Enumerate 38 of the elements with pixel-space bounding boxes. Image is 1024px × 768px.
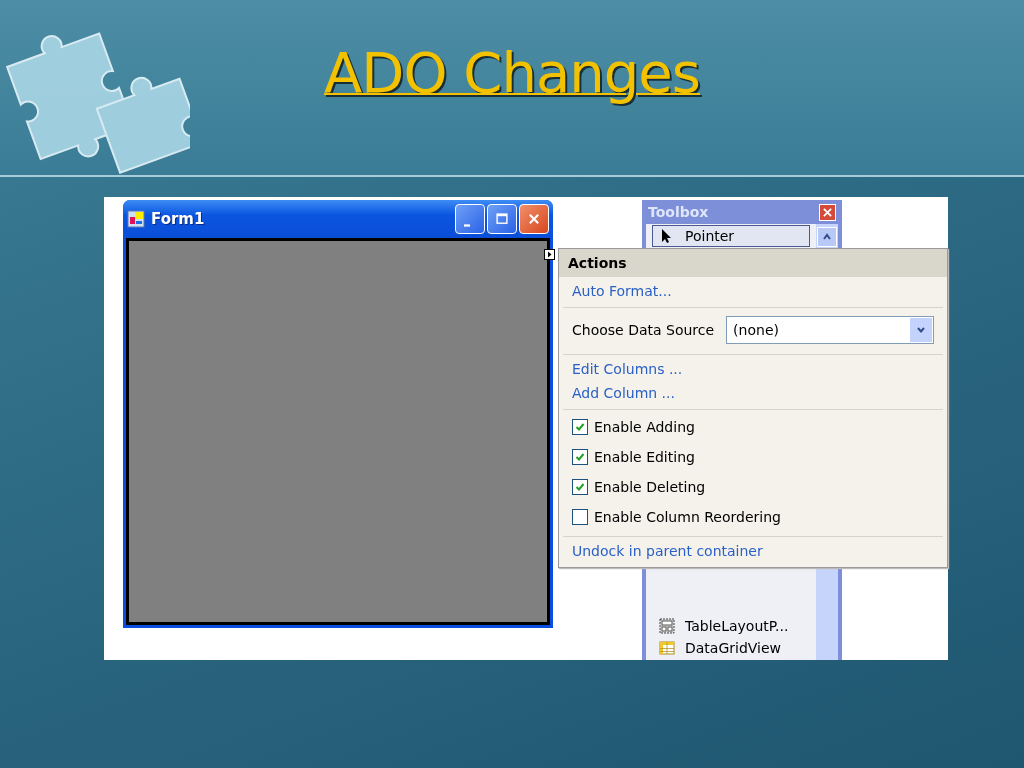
checkbox[interactable] bbox=[572, 449, 588, 465]
form-icon bbox=[127, 210, 145, 228]
table-layout-icon bbox=[659, 618, 675, 634]
checkbox[interactable] bbox=[572, 419, 588, 435]
toolbox-title: Toolbox bbox=[648, 204, 709, 220]
slide-title: ADO Changes bbox=[324, 40, 700, 105]
toolbox-item[interactable]: TableLayoutP... bbox=[652, 615, 810, 637]
action-link[interactable]: Edit Columns ... bbox=[572, 359, 683, 379]
actions-header: Actions bbox=[559, 249, 947, 277]
checkbox-label: Enable Editing bbox=[594, 449, 695, 465]
checkbox-label: Enable Column Reordering bbox=[594, 509, 781, 525]
chevron-down-icon bbox=[916, 325, 926, 335]
close-icon bbox=[527, 212, 541, 226]
close-icon bbox=[823, 207, 832, 217]
scroll-up-button[interactable] bbox=[817, 227, 837, 247]
action-link[interactable]: Add Column ... bbox=[572, 383, 675, 403]
action-link[interactable]: Auto Format... bbox=[572, 281, 672, 301]
maximize-button[interactable] bbox=[487, 204, 517, 234]
check-icon bbox=[575, 422, 585, 432]
toolbox-item[interactable]: DataGridView bbox=[652, 637, 810, 659]
check-icon bbox=[575, 452, 585, 462]
field-label: Choose Data Source bbox=[572, 322, 715, 338]
checkbox[interactable] bbox=[572, 479, 588, 495]
close-button[interactable] bbox=[519, 204, 549, 234]
action-link[interactable]: Undock in parent container bbox=[572, 541, 763, 561]
toolbox-item[interactable]: Pointer bbox=[652, 225, 810, 247]
maximize-icon bbox=[495, 212, 509, 226]
data-source-dropdown[interactable]: (none) bbox=[726, 316, 934, 344]
check-icon bbox=[575, 482, 585, 492]
close-button[interactable] bbox=[819, 203, 836, 221]
window-title: Form1 bbox=[151, 210, 205, 228]
grid-icon bbox=[659, 640, 675, 656]
checkbox-label: Enable Adding bbox=[594, 419, 695, 435]
smart-tag-icon[interactable] bbox=[544, 249, 555, 260]
checkbox[interactable] bbox=[572, 509, 588, 525]
checkbox-label: Enable Deleting bbox=[594, 479, 706, 495]
minimize-button[interactable] bbox=[455, 204, 485, 234]
minimize-icon bbox=[464, 223, 470, 227]
